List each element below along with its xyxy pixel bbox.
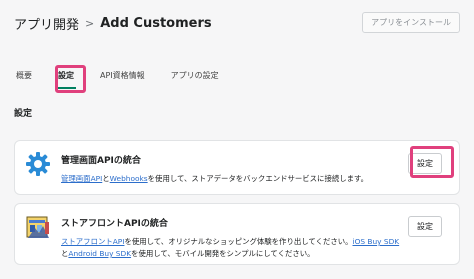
card-title: 管理画面APIの統合 bbox=[61, 156, 141, 166]
desc-text: と bbox=[102, 174, 110, 183]
page-title: Add Customers bbox=[100, 16, 212, 31]
tab-app-settings[interactable]: アプリの設定 bbox=[169, 64, 221, 89]
desc-text: を使用して、モバイル開発をシンプルにしてください。 bbox=[131, 249, 315, 258]
card-title: ストアフロントAPIの統合 bbox=[61, 219, 168, 229]
desc-text: を使用して、ストアデータをバックエンドサービスに接続します。 bbox=[147, 174, 369, 183]
card-description: ストアフロントAPIを使用して、オリジナルなショッピング体験を作り出してください… bbox=[61, 236, 406, 260]
webhooks-link[interactable]: Webhooks bbox=[110, 174, 148, 183]
admin-api-link[interactable]: 管理画面API bbox=[61, 174, 102, 183]
ios-buy-sdk-link[interactable]: iOS Buy SDK bbox=[353, 237, 400, 246]
android-buy-sdk-link[interactable]: Android Buy SDK bbox=[68, 249, 131, 258]
tab-settings[interactable]: 設定 bbox=[56, 64, 76, 89]
tab-bar: 概要 設定 API資格情報 アプリの設定 bbox=[14, 64, 221, 89]
install-app-button[interactable]: アプリをインストール bbox=[362, 12, 460, 33]
breadcrumb-separator: > bbox=[85, 17, 95, 30]
desc-text: を使用して、オリジナルなショッピング体験を作り出してください。 bbox=[124, 237, 353, 246]
gear-icon bbox=[26, 152, 50, 176]
section-title: 設定 bbox=[14, 109, 33, 119]
card-description: 管理画面APIとWebhooksを使用して、ストアデータをバックエンドサービスに… bbox=[61, 173, 406, 185]
tab-overview[interactable]: 概要 bbox=[14, 64, 34, 89]
breadcrumb: アプリ開発 > Add Customers bbox=[14, 14, 212, 33]
admin-api-configure-button[interactable]: 設定 bbox=[408, 153, 442, 174]
admin-api-card: 管理画面APIの統合 管理画面APIとWebhooksを使用して、ストアデータを… bbox=[14, 140, 460, 195]
tab-api-credentials[interactable]: API資格情報 bbox=[98, 64, 147, 89]
storefront-icon bbox=[26, 216, 49, 238]
storefront-api-configure-button[interactable]: 設定 bbox=[408, 216, 442, 237]
breadcrumb-parent-link[interactable]: アプリ開発 bbox=[14, 14, 79, 33]
storefront-api-card: ストアフロントAPIの統合 ストアフロントAPIを使用して、オリジナルなショッピ… bbox=[14, 203, 460, 265]
storefront-api-link[interactable]: ストアフロントAPI bbox=[61, 237, 124, 246]
